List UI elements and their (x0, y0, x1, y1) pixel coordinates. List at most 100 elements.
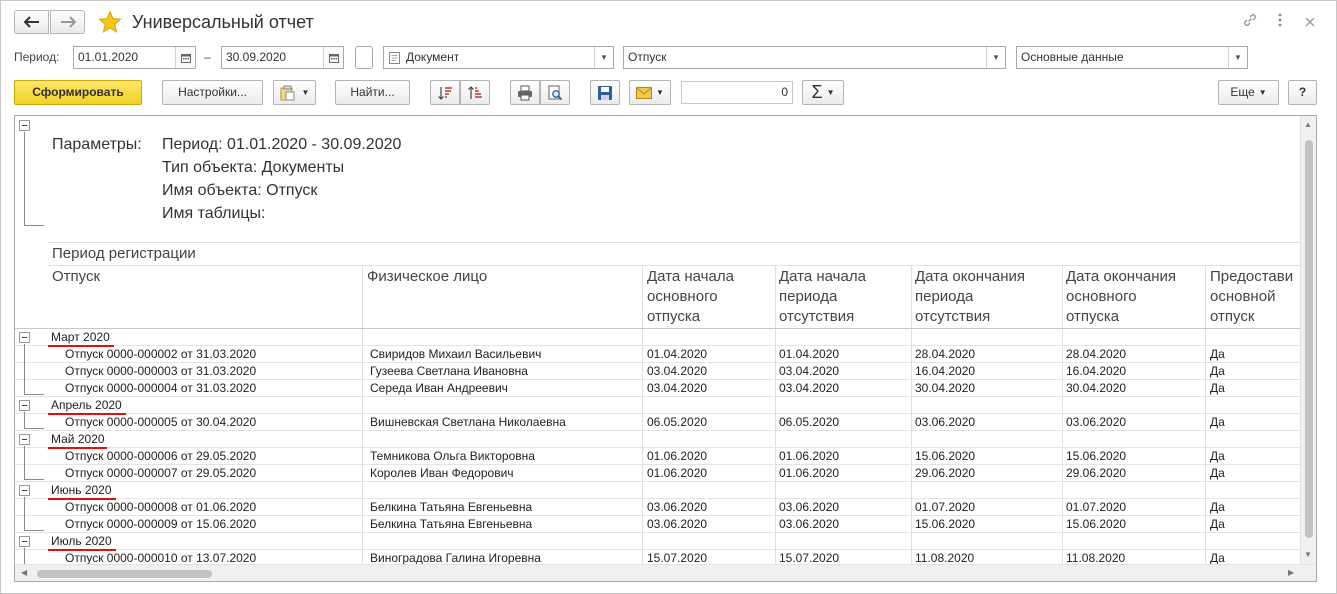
object-type-select[interactable]: Документ ▼ (383, 46, 614, 69)
col-header-line: основной (1210, 288, 1276, 305)
favorite-star-icon[interactable] (98, 10, 122, 34)
table-name-select[interactable]: Основные данные ▼ (1016, 46, 1248, 69)
scroll-right-icon[interactable]: ▶ (1288, 568, 1294, 577)
more-button[interactable]: Еще ▼ (1218, 80, 1279, 105)
forward-button[interactable] (50, 10, 85, 34)
sum-button[interactable]: Σ ▼ (802, 80, 844, 105)
more-vertical-icon[interactable] (1271, 12, 1289, 32)
preview-button[interactable] (540, 80, 570, 105)
chevron-down-icon[interactable]: ▼ (594, 47, 613, 68)
vertical-scrollbar[interactable]: ▲ ▼ (1300, 116, 1316, 565)
col-header-absence-start: Дата начала периода отсутствия (779, 267, 866, 327)
table-cell: 28.04.2020 (915, 347, 976, 361)
close-icon[interactable] (1301, 12, 1319, 32)
more-button-label: Еще (1230, 85, 1255, 99)
variants-button[interactable]: ▼ (273, 80, 316, 105)
table-cell: 15.06.2020 (915, 449, 976, 463)
group-row[interactable]: Июнь 2020 (15, 482, 1305, 499)
chevron-down-icon[interactable]: ▼ (1228, 47, 1247, 68)
calendar-icon[interactable] (323, 47, 343, 68)
save-icon (598, 85, 612, 100)
col-header-line: основного (647, 288, 718, 305)
table-cell: 01.07.2020 (915, 500, 976, 514)
table-cell: Да (1210, 500, 1225, 514)
chevron-down-icon[interactable]: ▼ (986, 47, 1005, 68)
back-button[interactable] (14, 10, 49, 34)
col-header-line: отсутствия (915, 308, 991, 325)
sum-value-field: 0 (681, 81, 793, 104)
group-row[interactable]: Май 2020 (15, 431, 1305, 448)
object-name-select[interactable]: Отпуск ▼ (623, 46, 1006, 69)
print-button[interactable] (510, 80, 540, 105)
period-choice-button[interactable] (355, 46, 373, 69)
settings-button[interactable]: Настройки... (162, 80, 263, 105)
sort-desc-button[interactable] (460, 80, 490, 105)
table-cell: 01.06.2020 (779, 449, 840, 463)
object-type-value: Документ (406, 50, 460, 64)
table-row[interactable]: Отпуск 0000-000002 от 31.03.2020 Свиридов… (15, 346, 1305, 363)
table-row[interactable]: Отпуск 0000-000009 от 15.06.2020 Белкина … (15, 516, 1305, 533)
scroll-up-icon[interactable]: ▲ (1304, 120, 1312, 129)
table-cell: 06.05.2020 (647, 415, 708, 429)
send-mail-button[interactable]: ▼ (629, 80, 671, 105)
table-cell: Отпуск 0000-000005 от 30.04.2020 (65, 415, 257, 429)
date-from-field[interactable]: 01.01.2020 (73, 46, 196, 69)
vertical-scroll-thumb[interactable] (1305, 140, 1313, 538)
param-line-object-name: Имя объекта: Отпуск (162, 182, 318, 199)
outline-line (24, 446, 25, 479)
find-button[interactable]: Найти... (335, 80, 410, 105)
sort-asc-icon (438, 86, 452, 100)
group-row[interactable]: Июль 2020 (15, 533, 1305, 550)
collapse-params-icon[interactable] (19, 120, 30, 131)
table-cell: 15.06.2020 (915, 517, 976, 531)
col-header-line: периода (779, 288, 838, 305)
table-row[interactable]: Отпуск 0000-000007 от 29.05.2020 Королев … (15, 465, 1305, 482)
generate-button[interactable]: Сформировать (14, 80, 142, 105)
back-arrow-icon (23, 16, 39, 28)
table-cell: 30.04.2020 (1066, 381, 1127, 395)
table-cell: 03.06.2020 (779, 500, 840, 514)
table-cell: 01.06.2020 (647, 449, 708, 463)
table-cell: Да (1210, 415, 1225, 429)
group-name: Май 2020 (51, 432, 105, 446)
help-button[interactable]: ? (1288, 80, 1317, 105)
table-row[interactable]: Отпуск 0000-000003 от 31.03.2020 Гузеева … (15, 363, 1305, 380)
scroll-left-icon[interactable]: ◀ (21, 568, 27, 577)
table-cell: 03.04.2020 (779, 381, 840, 395)
table-cell: Отпуск 0000-000002 от 31.03.2020 (65, 347, 257, 361)
date-to-field[interactable]: 30.09.2020 (221, 46, 344, 69)
horizontal-scrollbar[interactable]: ◀ ▶ (15, 564, 1316, 581)
report-spreadsheet[interactable]: Параметры: Период: 01.01.2020 - 30.09.20… (14, 115, 1317, 582)
table-row[interactable]: Отпуск 0000-000006 от 29.05.2020 Темников… (15, 448, 1305, 465)
header-top-line (48, 242, 1305, 243)
table-row[interactable]: Отпуск 0000-000005 от 30.04.2020 Вишневск… (15, 414, 1305, 431)
save-button[interactable] (590, 80, 620, 105)
table-row[interactable]: Отпуск 0000-000008 от 01.06.2020 Белкина … (15, 499, 1305, 516)
horizontal-scroll-thumb[interactable] (37, 570, 212, 578)
table-row[interactable]: Отпуск 0000-000004 от 31.03.2020 Середа И… (15, 380, 1305, 397)
col-header-line: Дата окончания (1066, 268, 1177, 285)
document-icon (389, 52, 400, 64)
calendar-icon[interactable] (175, 47, 195, 68)
link-icon[interactable] (1241, 12, 1259, 33)
sort-asc-button[interactable] (430, 80, 460, 105)
outline-line (24, 225, 44, 226)
variants-icon (280, 85, 295, 100)
table-cell: Отпуск 0000-000004 от 31.03.2020 (65, 381, 257, 395)
table-cell: 15.06.2020 (1066, 517, 1127, 531)
chevron-down-icon: ▼ (1258, 88, 1267, 97)
outline-line (24, 530, 44, 531)
outline-line (24, 548, 25, 564)
scroll-down-icon[interactable]: ▼ (1304, 550, 1312, 559)
table-cell: 03.04.2020 (647, 364, 708, 378)
table-cell: 29.06.2020 (915, 466, 976, 480)
col-header-line: Отпуск (52, 268, 101, 285)
group-row[interactable]: Март 2020 (15, 329, 1305, 346)
group-row[interactable]: Апрель 2020 (15, 397, 1305, 414)
table-cell: 03.06.2020 (647, 517, 708, 531)
table-cell: Вишневская Светлана Николаевна (370, 415, 566, 429)
date-separator: – (204, 50, 211, 64)
chevron-down-icon: ▼ (301, 88, 310, 97)
outline-line (24, 428, 44, 429)
col-header-line: Дата начала (779, 268, 866, 285)
